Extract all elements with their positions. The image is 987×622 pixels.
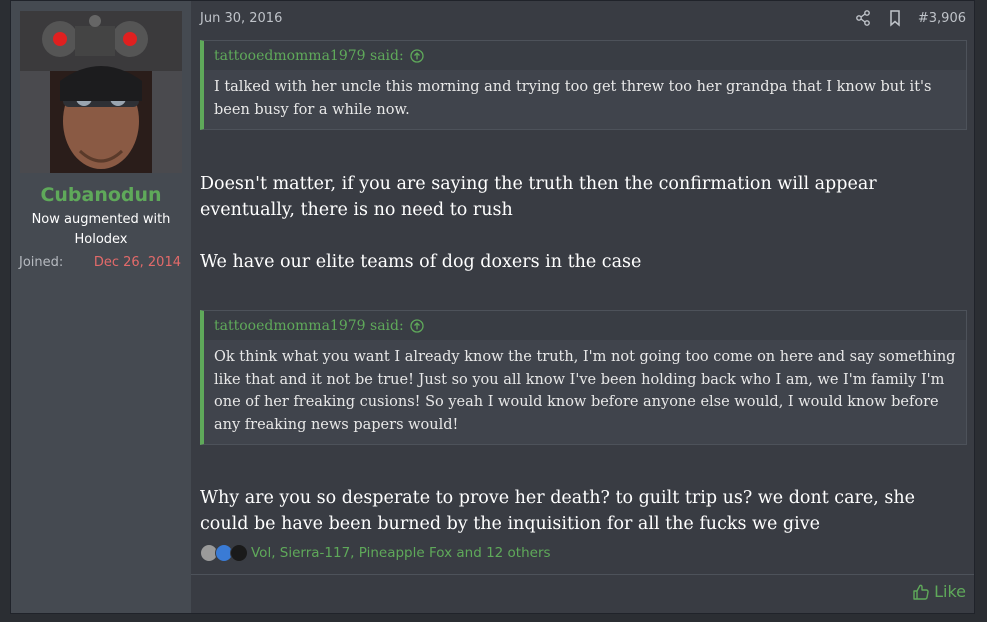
like-label: Like	[934, 582, 966, 601]
username[interactable]: Cubanodun	[11, 184, 191, 206]
quote-block: tattooedmomma1979 said: I talked with he…	[200, 40, 967, 130]
post-toolbar: #3,906	[854, 9, 966, 27]
quote-text: Ok think what you want I already know th…	[214, 349, 956, 433]
reactions-bar[interactable]: Vol, Sierra-117, Pineapple Fox and 12 ot…	[200, 544, 551, 562]
quote-author[interactable]: tattooedmomma1979 said:	[214, 48, 404, 64]
message-paragraph: Doesn't matter, if you are saying the tr…	[200, 174, 877, 220]
quote-header[interactable]: tattooedmomma1979 said:	[204, 311, 966, 340]
post-main: Jun 30, 2016 #3,906 tattooedmomma1979 sa…	[191, 1, 974, 613]
quote-arrow-up-icon[interactable]	[410, 49, 424, 63]
joined-label: Joined:	[19, 255, 64, 270]
quote-header[interactable]: tattooedmomma1979 said:	[204, 41, 966, 70]
message-paragraph: We have our elite teams of dog doxers in…	[200, 252, 642, 272]
quote-arrow-up-icon[interactable]	[410, 319, 424, 333]
joined-date: Dec 26, 2014	[93, 255, 181, 270]
forum-post: Cubanodun Now augmented with Holodex Joi…	[10, 0, 975, 614]
post-date[interactable]: Jun 30, 2016	[200, 11, 282, 26]
message-paragraph: Why are you so desperate to prove her de…	[200, 488, 915, 534]
user-title: Now augmented with Holodex	[31, 212, 171, 247]
share-icon[interactable]	[854, 9, 872, 27]
post-number[interactable]: #3,906	[918, 11, 966, 26]
avatar[interactable]	[20, 11, 182, 173]
post-footer: Like	[191, 574, 974, 615]
quote-author[interactable]: tattooedmomma1979 said:	[214, 318, 404, 334]
user-sidebar: Cubanodun Now augmented with Holodex Joi…	[11, 1, 191, 613]
reaction-avatar-icon	[230, 544, 248, 562]
thumbs-up-icon	[913, 584, 929, 600]
like-button[interactable]: Like	[912, 582, 966, 601]
quote-text: I talked with her uncle this morning and…	[214, 79, 932, 118]
bookmark-icon[interactable]	[886, 9, 904, 27]
avatar-image	[20, 11, 182, 173]
reaction-icons	[200, 544, 248, 562]
reactions-list[interactable]: Vol, Sierra-117, Pineapple Fox and 12 ot…	[251, 545, 551, 561]
quote-block: tattooedmomma1979 said: Ok think what yo…	[200, 310, 967, 445]
